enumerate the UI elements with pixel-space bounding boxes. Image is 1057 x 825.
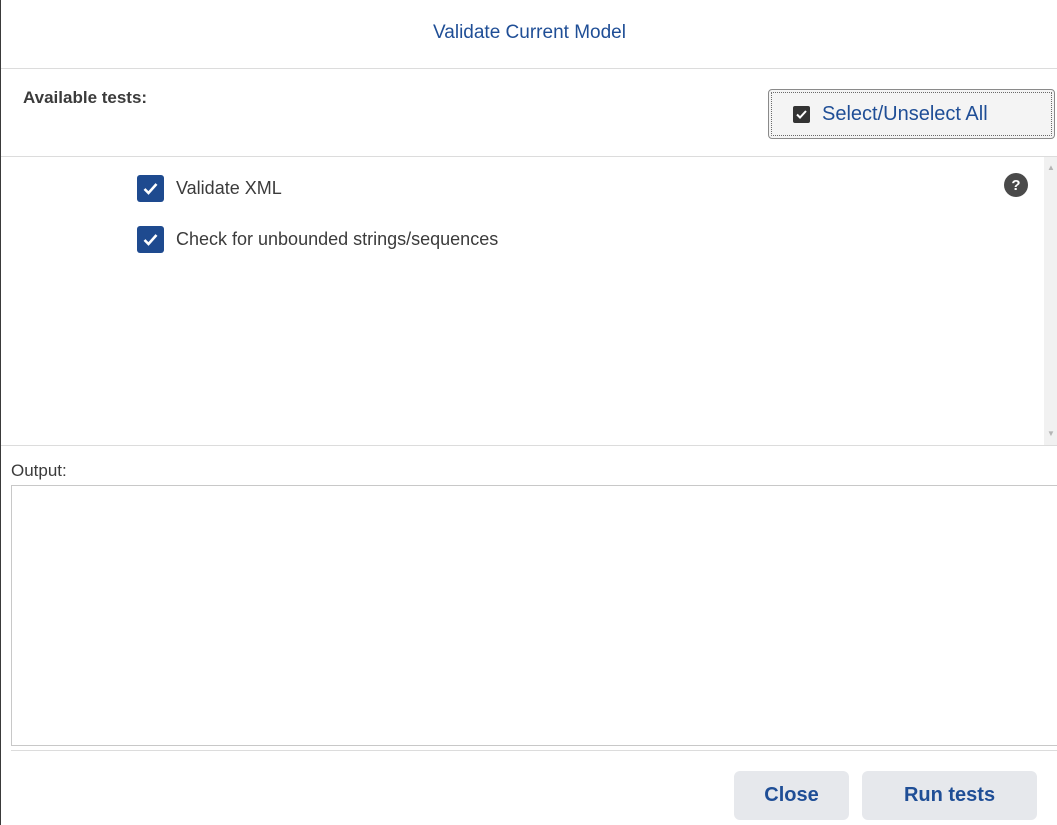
test-item-unbounded-strings[interactable]: Check for unbounded strings/sequences bbox=[137, 226, 498, 253]
scroll-down-icon[interactable]: ▼ bbox=[1044, 427, 1057, 441]
tests-scrollbar[interactable]: ▲ ▼ bbox=[1044, 157, 1057, 445]
footer-divider bbox=[11, 750, 1057, 751]
tests-header: Available tests: Select/Unselect All bbox=[1, 69, 1057, 157]
available-tests-label: Available tests: bbox=[23, 88, 148, 107]
checkbox-checked-icon bbox=[793, 105, 810, 123]
test-label: Validate XML bbox=[176, 178, 282, 198]
select-unselect-all-label: Select/Unselect All bbox=[822, 102, 988, 125]
validate-model-dialog: Validate Current Model Available tests: … bbox=[0, 0, 1057, 825]
tests-list: Validate XML Check for unbounded strings… bbox=[1, 157, 1057, 446]
select-unselect-all-button[interactable]: Select/Unselect All bbox=[768, 89, 1055, 139]
checkbox-checked-icon[interactable] bbox=[137, 175, 164, 202]
close-button[interactable]: Close bbox=[734, 771, 849, 820]
question-circle-icon[interactable]: ? bbox=[1004, 173, 1028, 197]
dialog-title: Validate Current Model bbox=[433, 22, 626, 43]
scroll-up-icon[interactable]: ▲ bbox=[1044, 161, 1057, 175]
output-textarea[interactable] bbox=[11, 485, 1057, 746]
test-item-validate-xml[interactable]: Validate XML bbox=[137, 175, 282, 202]
run-tests-button[interactable]: Run tests bbox=[862, 771, 1037, 820]
dialog-title-bar: Validate Current Model bbox=[1, 0, 1057, 69]
test-label: Check for unbounded strings/sequences bbox=[176, 229, 499, 249]
checkbox-checked-icon[interactable] bbox=[137, 226, 164, 253]
output-label: Output: bbox=[11, 461, 67, 480]
